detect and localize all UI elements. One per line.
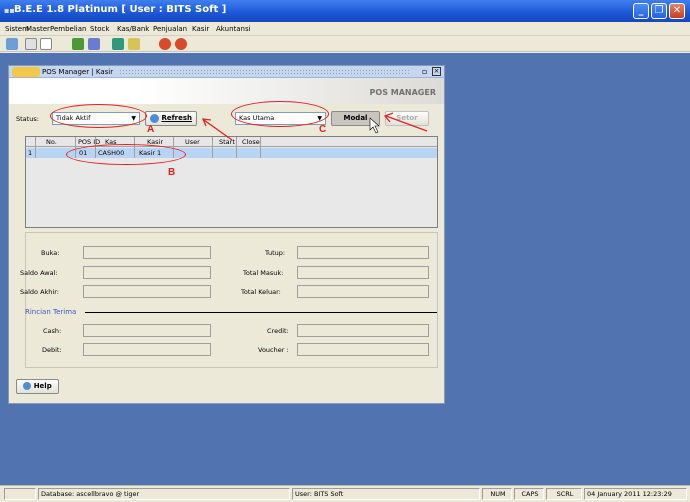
statusbar-num: NUM <box>482 488 512 500</box>
arrow-to-modal <box>385 115 428 132</box>
status-bar: Database: ascellbravo @ tiger User: BITS… <box>0 485 690 502</box>
statusbar-caps: CAPS <box>514 488 544 500</box>
annotation-arrows <box>201 112 428 141</box>
statusbar-database: Database: ascellbravo @ tiger <box>38 488 290 500</box>
mouse-cursor-icon <box>369 117 380 134</box>
statusbar-datetime: 04 January 2011 12:23:29 <box>584 488 687 500</box>
statusbar-scrl: SCRL <box>546 488 582 500</box>
arrow-to-refresh <box>203 119 233 141</box>
statusbar-blank <box>4 488 36 500</box>
statusbar-user: User: BITS Soft <box>292 488 480 500</box>
